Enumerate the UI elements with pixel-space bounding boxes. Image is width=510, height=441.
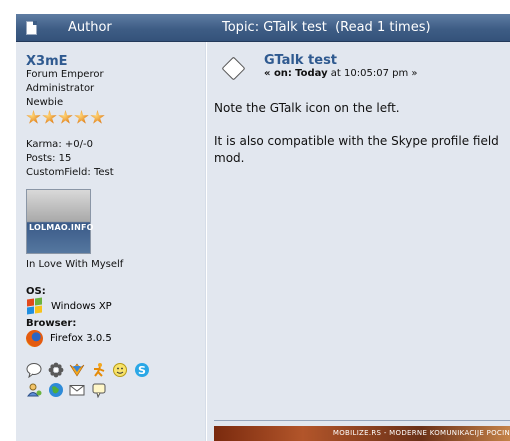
poster-rank: Forum Emperor	[26, 69, 104, 80]
star-icon	[26, 110, 41, 124]
browser-info: Firefox 3.0.5	[26, 329, 112, 347]
skype-icon[interactable]: S	[134, 362, 150, 378]
rank-stars	[26, 110, 106, 125]
contact-icons-row-2	[26, 382, 109, 398]
post-subject-link[interactable]: GTalk test	[264, 53, 337, 68]
post-paragraph: It is also compatible with the Skype pro…	[214, 134, 499, 165]
msn-icon[interactable]	[91, 362, 107, 378]
message-icon	[221, 56, 246, 81]
browser-label: Browser:	[26, 318, 77, 329]
avatar: LOLMAO.INFO	[26, 189, 94, 254]
avatar-text: LOLMAO.INFO	[29, 223, 94, 232]
yahoo-icon[interactable]	[112, 362, 128, 378]
profile-icon[interactable]	[26, 382, 42, 398]
post-paragraph: Note the GTalk icon on the left.	[214, 101, 400, 115]
gtalk-icon[interactable]	[26, 362, 42, 378]
poster-info-panel: X3mE Forum Emperor Administrator Newbie …	[16, 42, 206, 441]
star-icon	[74, 110, 89, 124]
date-time: at 10:05:07 pm »	[330, 68, 418, 79]
topic-header: Author Topic: GTalk test (Read 1 times)	[16, 14, 510, 42]
star-icon	[90, 110, 105, 124]
personal-text: In Love With Myself	[26, 259, 124, 270]
signature-divider	[214, 420, 510, 421]
poster-karma: Karma: +0/-0	[26, 139, 93, 150]
date-today: Today	[295, 68, 328, 79]
signature-text: MOBILIZE.RS - MODERNE KOMUNIKACIJE POCIN	[332, 429, 510, 437]
star-icon	[58, 110, 73, 124]
os-info: Windows XP	[26, 297, 112, 315]
browser-value: Firefox 3.0.5	[50, 332, 112, 344]
website-icon[interactable]	[48, 382, 64, 398]
date-prefix: « on:	[264, 68, 292, 79]
firefox-icon	[26, 329, 43, 347]
poster-custom-field: CustomField: Test	[26, 167, 114, 178]
signature-banner[interactable]: MOBILIZE.RS - MODERNE KOMUNIKACIJE POCIN	[214, 426, 510, 441]
poster-title: Newbie	[26, 97, 64, 108]
os-value: Windows XP	[51, 300, 112, 312]
contact-icons-row-1: S	[26, 362, 152, 378]
post-body: Note the GTalk icon on the left. It is a…	[214, 100, 508, 183]
icq-icon[interactable]	[48, 362, 64, 378]
aim-icon[interactable]	[69, 362, 85, 378]
post-content: GTalk test « on: Today at 10:05:07 pm » …	[207, 42, 510, 441]
topic-title: Topic: GTalk test (Read 1 times)	[222, 20, 431, 35]
author-column-header: Author	[68, 20, 112, 35]
pm-icon[interactable]	[91, 382, 107, 398]
document-icon	[26, 21, 37, 35]
post-date: « on: Today at 10:05:07 pm »	[264, 68, 418, 79]
poster-group: Administrator	[26, 83, 95, 94]
os-label: OS:	[26, 286, 46, 297]
star-icon	[42, 110, 57, 124]
email-icon[interactable]	[69, 382, 85, 398]
windows-icon	[26, 297, 44, 315]
poster-posts: Posts: 15	[26, 153, 72, 164]
svg-text:S: S	[138, 364, 146, 377]
poster-username[interactable]: X3mE	[26, 54, 68, 69]
